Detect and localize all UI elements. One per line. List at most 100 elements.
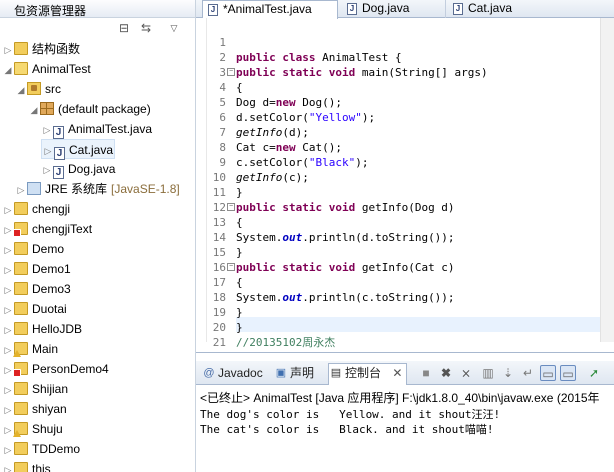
java-file-icon: J (53, 126, 64, 139)
code-line[interactable]: } (236, 305, 243, 320)
java-file-icon: J (53, 166, 64, 179)
code-line[interactable]: } (236, 320, 243, 335)
tree-item[interactable]: ▷ TDDemo (2, 439, 80, 459)
tree-item-label: AnimalTest (32, 62, 91, 76)
collapsed-arrow-icon[interactable]: ▷ (2, 200, 14, 220)
collapsed-arrow-icon[interactable]: ▷ (2, 260, 14, 280)
tree-item[interactable]: ▷ HelloJDB (2, 319, 82, 339)
collapse-all-icon[interactable]: ⊟ (116, 20, 132, 36)
tree-item[interactable]: ▷ this (2, 459, 51, 472)
tab-console[interactable]: ▤ 控制台 ✕ (328, 363, 408, 385)
pin-console-icon[interactable]: ▭ (540, 365, 556, 381)
code-line[interactable]: getInfo(d); (236, 125, 309, 140)
tab-animaltest-java[interactable]: J *AnimalTest.java (202, 0, 338, 19)
tab-declaration[interactable]: ▣ 声明 (274, 364, 314, 382)
view-menu-chevron-icon[interactable]: ▽ (166, 20, 182, 36)
tree-item-label: AnimalTest.java (68, 122, 153, 136)
java-file-icon: J (208, 4, 218, 16)
remove-all-terminated-icon[interactable]: ⨯ (458, 365, 474, 381)
tree-item[interactable]: ▷ Main (2, 339, 58, 359)
collapsed-arrow-icon[interactable]: ▷ (2, 460, 14, 472)
code-line[interactable]: public static void main(String[] args) (236, 65, 488, 80)
code-line[interactable]: } (236, 185, 243, 200)
code-line[interactable]: { (236, 215, 243, 230)
collapsed-arrow-icon[interactable]: ▷ (2, 320, 14, 340)
close-icon[interactable]: ✕ (392, 366, 402, 380)
code-line[interactable]: { (236, 80, 243, 95)
tree-item-label: Cat.java (69, 143, 114, 157)
collapsed-arrow-icon[interactable]: ▷ (2, 280, 14, 300)
project-folder-open-icon (14, 62, 28, 75)
expanded-arrow-icon[interactable]: ◢ (2, 60, 14, 80)
tree-item[interactable]: ◢ AnimalTest (2, 59, 91, 79)
tree-item[interactable]: ▷ Demo3 (2, 279, 71, 299)
code-line[interactable]: } (236, 245, 243, 260)
tree-item[interactable]: ▷ J Cat.java (41, 139, 115, 161)
tree-item[interactable]: ▷ Demo1 (2, 259, 71, 279)
code-line[interactable]: System.out.println(d.toString()); (236, 230, 455, 245)
link-with-editor-icon[interactable]: ⇆ (138, 20, 154, 36)
collapsed-arrow-icon[interactable]: ▷ (15, 180, 27, 200)
code-line[interactable]: Cat c=new Cat(); (236, 140, 342, 155)
clear-console-icon[interactable]: ▥ (480, 365, 496, 381)
code-line[interactable]: d.setColor("Yellow"); (236, 110, 375, 125)
collapsed-arrow-icon[interactable]: ▷ (2, 40, 14, 60)
code-line[interactable]: System.out.println(c.toString()); (236, 290, 455, 305)
tree-item[interactable]: ▷ chengji (2, 199, 70, 219)
tab-javadoc[interactable]: @ Javadoc (202, 364, 262, 382)
tree-item[interactable]: ▷ J Dog.java (41, 159, 115, 179)
collapsed-arrow-icon[interactable]: ▷ (2, 440, 14, 460)
code-line[interactable]: getInfo(c); (236, 170, 309, 185)
tree-item[interactable]: ▷ Demo (2, 239, 64, 259)
line-number: 6 (219, 111, 226, 124)
tree-item[interactable]: ◢ (default package) (28, 99, 151, 119)
code-line[interactable]: Dog d=new Dog(); (236, 95, 342, 110)
tree-item[interactable]: ▷ Shijian (2, 379, 68, 399)
tree-item[interactable]: ▷ 结构函数 (2, 39, 80, 59)
remove-launch-icon[interactable]: ✖ (438, 365, 454, 381)
tree-item[interactable]: ▷ J AnimalTest.java (41, 119, 152, 139)
tree-item[interactable]: ▷ Duotai (2, 299, 67, 319)
code-line[interactable]: public static void getInfo(Cat c) (236, 260, 455, 275)
collapsed-arrow-icon[interactable]: ▷ (41, 160, 53, 180)
fold-toggle-icon[interactable]: − (227, 68, 235, 76)
collapsed-arrow-icon[interactable]: ▷ (2, 400, 14, 420)
console-output-line: The cat's color is Black. and it shout喵喵… (200, 423, 494, 436)
open-console-icon[interactable]: ➚ (586, 365, 602, 381)
code-line[interactable]: public static void getInfo(Dog d) (236, 200, 455, 215)
tree-item[interactable]: ▷ chengjiText (2, 219, 92, 239)
tree-item[interactable]: ▷ JRE 系统库 [JavaSE-1.8] (15, 179, 180, 199)
code-line[interactable]: c.setColor("Black"); (236, 155, 368, 170)
terminate-icon[interactable]: ■ (418, 365, 434, 381)
tree-item[interactable]: ◢ src (15, 79, 61, 99)
tree-item-label: Dog.java (68, 162, 116, 176)
code-line[interactable]: //20135102周永杰 (236, 335, 335, 350)
fold-toggle-icon[interactable]: − (227, 203, 235, 211)
collapsed-arrow-icon[interactable]: ▷ (42, 141, 54, 161)
tree-item[interactable]: ▷ shiyan (2, 399, 67, 419)
console-output-line: The dog's color is Yellow. and it shout汪… (200, 408, 501, 421)
tree-item[interactable]: ▷ Shuju (2, 419, 63, 439)
fold-toggle-icon[interactable]: − (227, 263, 235, 271)
tree-item[interactable]: ▷ PersonDemo4 (2, 359, 109, 379)
tab-dog-java[interactable]: J Dog.java (342, 0, 446, 18)
line-number: 10 (212, 171, 226, 184)
show-console-output-icon[interactable]: ▭ (560, 365, 576, 381)
scroll-lock-icon[interactable]: ⇣ (500, 365, 516, 381)
tree-item-label: Demo1 (32, 262, 71, 276)
project-folder-icon (14, 442, 28, 455)
collapsed-arrow-icon[interactable]: ▷ (2, 240, 14, 260)
editor-vertical-scrollbar[interactable] (600, 18, 614, 342)
code-line[interactable]: { (236, 275, 243, 290)
word-wrap-icon[interactable]: ↵ (520, 365, 536, 381)
project-error-icon (13, 222, 28, 237)
tab-cat-java[interactable]: J Cat.java (448, 0, 546, 18)
expanded-arrow-icon[interactable]: ◢ (15, 80, 27, 100)
project-folder-icon (14, 202, 28, 215)
collapsed-arrow-icon[interactable]: ▷ (2, 380, 14, 400)
collapsed-arrow-icon[interactable]: ▷ (41, 120, 53, 140)
collapsed-arrow-icon[interactable]: ▷ (2, 300, 14, 320)
project-folder-icon (14, 262, 28, 275)
expanded-arrow-icon[interactable]: ◢ (28, 100, 40, 120)
code-line[interactable]: public class AnimalTest { (236, 50, 402, 65)
